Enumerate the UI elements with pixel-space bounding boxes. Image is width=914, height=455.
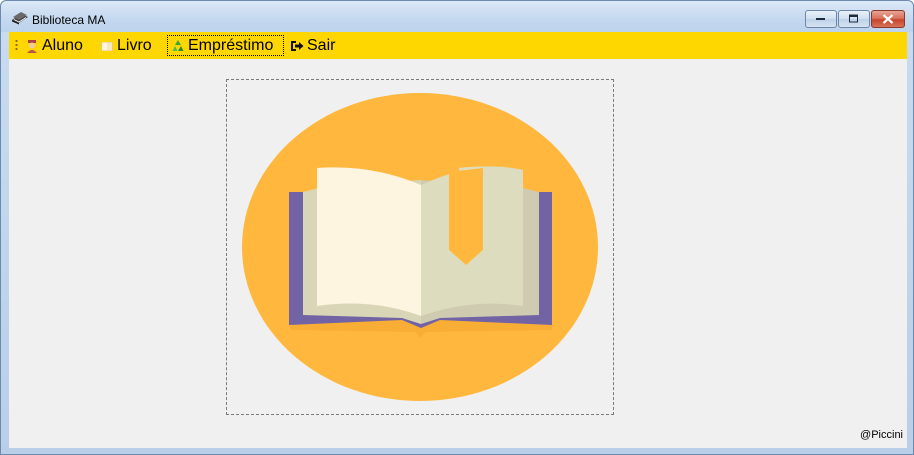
menu-item-label: Livro (117, 36, 152, 54)
minimize-button[interactable] (805, 10, 837, 28)
window-controls (804, 10, 905, 30)
menu-item-label: Aluno (42, 36, 83, 54)
title-bar[interactable]: Biblioteca MA (1, 1, 913, 32)
menu-item-label: Empréstimo (188, 36, 274, 54)
student-icon (27, 39, 37, 53)
toolbar-grip[interactable] (15, 39, 18, 52)
close-icon (882, 14, 894, 24)
exit-icon (291, 40, 304, 51)
logo-picture-box (226, 79, 614, 415)
menu-item-aluno[interactable]: Aluno (22, 35, 86, 56)
menu-item-sair[interactable]: Sair (287, 35, 338, 56)
maximize-icon (849, 14, 858, 23)
books-icon (12, 12, 28, 25)
book-logo-image (242, 93, 598, 401)
book-icon (101, 41, 113, 51)
recycle-icon (172, 39, 184, 51)
menu-item-livro[interactable]: Livro (97, 35, 155, 56)
menu-bar: Aluno Livro Empréstimo Sair (9, 32, 907, 59)
window-title: Biblioteca MA (32, 13, 106, 27)
close-button[interactable] (871, 10, 905, 28)
credit-label: @Piccini (860, 429, 903, 441)
menu-item-label: Sair (307, 36, 336, 54)
minimize-icon (816, 18, 825, 20)
maximize-button[interactable] (838, 10, 870, 28)
menu-item-emprestimo[interactable]: Empréstimo (167, 35, 284, 56)
app-window: Biblioteca MA Aluno Livro Empréstimo Sai… (0, 0, 914, 455)
client-area: Aluno Livro Empréstimo Sair @Piccini (9, 32, 907, 448)
